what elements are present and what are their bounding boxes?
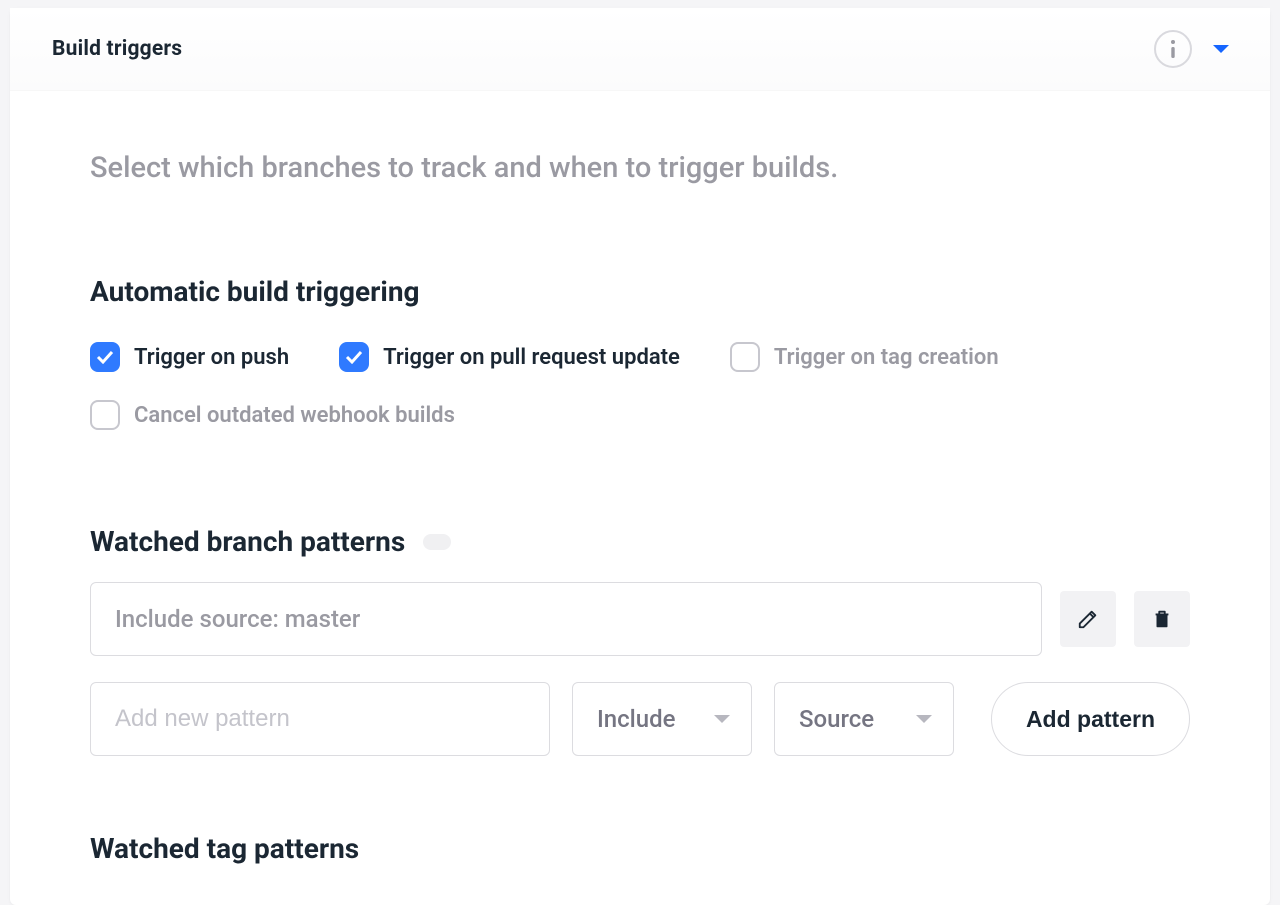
- filter-select-value: Include: [597, 705, 676, 733]
- checkbox-icon: [730, 342, 760, 372]
- badge-placeholder: [423, 534, 451, 550]
- checkbox-label: Trigger on push: [134, 345, 289, 370]
- checkbox-label: Trigger on pull request update: [383, 345, 680, 370]
- section-title-automatic: Automatic build triggering: [90, 275, 1190, 308]
- checkbox-trigger-on-push[interactable]: Trigger on push: [90, 342, 289, 372]
- trash-icon: [1151, 608, 1173, 630]
- add-branch-pattern-row: Include Source Add pattern: [90, 682, 1190, 756]
- chevron-down-icon: [915, 713, 933, 725]
- checkbox-icon: [90, 400, 120, 430]
- pencil-icon: [1077, 608, 1099, 630]
- delete-pattern-button[interactable]: [1134, 591, 1190, 647]
- checkbox-trigger-on-pr-update[interactable]: Trigger on pull request update: [339, 342, 680, 372]
- branch-pattern-row: Include source: master: [90, 582, 1190, 656]
- panel-body: Select which branches to track and when …: [10, 91, 1270, 905]
- branch-pattern-display: Include source: master: [90, 582, 1042, 656]
- target-select[interactable]: Source: [774, 682, 954, 756]
- filter-select[interactable]: Include: [572, 682, 752, 756]
- section-title-tag-patterns: Watched tag patterns: [90, 832, 1190, 865]
- checkbox-label: Cancel outdated webhook builds: [134, 403, 455, 428]
- automatic-triggering-options: Trigger on push Trigger on pull request …: [90, 342, 1190, 430]
- checkbox-label: Trigger on tag creation: [774, 345, 999, 370]
- edit-pattern-button[interactable]: [1060, 591, 1116, 647]
- checkbox-trigger-on-tag[interactable]: Trigger on tag creation: [730, 342, 999, 372]
- collapse-toggle[interactable]: [1212, 43, 1230, 55]
- build-triggers-panel: Build triggers Select which branches to …: [10, 8, 1270, 905]
- section-title-branch-patterns-row: Watched branch patterns: [90, 525, 1190, 558]
- chevron-down-icon: [713, 713, 731, 725]
- add-pattern-button[interactable]: Add pattern: [991, 682, 1190, 756]
- checkbox-icon: [339, 342, 369, 372]
- panel-description: Select which branches to track and when …: [90, 151, 1190, 185]
- panel-header: Build triggers: [10, 8, 1270, 91]
- info-icon[interactable]: [1154, 30, 1192, 68]
- new-pattern-input[interactable]: [90, 682, 550, 756]
- checkbox-cancel-outdated[interactable]: Cancel outdated webhook builds: [90, 400, 1190, 430]
- header-actions: [1154, 30, 1230, 68]
- target-select-value: Source: [799, 705, 874, 733]
- checkbox-icon: [90, 342, 120, 372]
- panel-title: Build triggers: [52, 37, 182, 61]
- section-title-branch-patterns: Watched branch patterns: [90, 525, 405, 558]
